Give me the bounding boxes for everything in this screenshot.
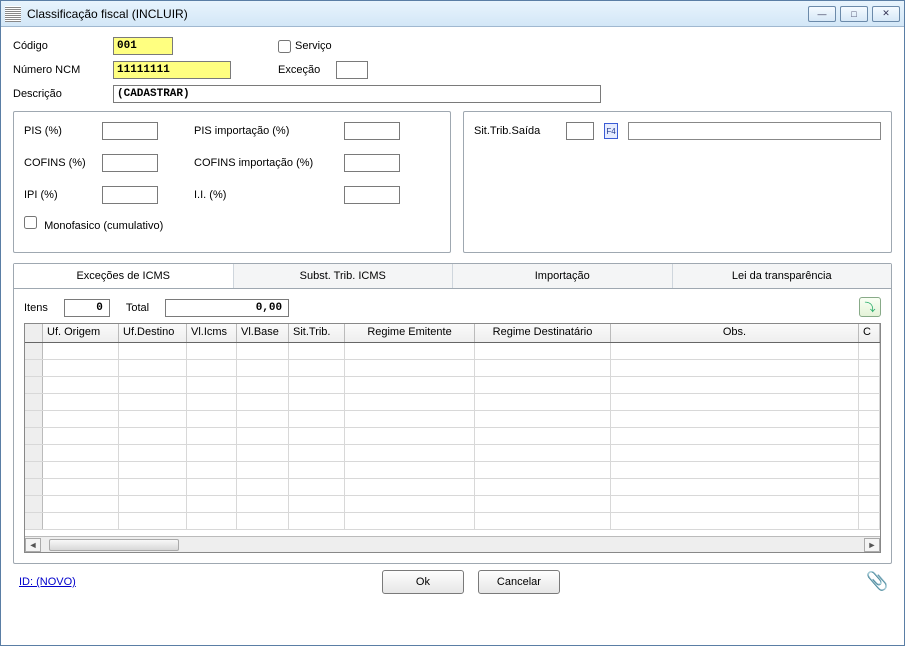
col-uf-origem[interactable]: Uf. Origem xyxy=(43,324,119,342)
titlebar: Classificação fiscal (INCLUIR) — □ ✕ xyxy=(1,1,904,27)
ipi-input[interactable] xyxy=(102,186,158,204)
table-row[interactable] xyxy=(25,496,880,513)
codigo-input[interactable] xyxy=(113,37,173,55)
ii-label: I.I. (%) xyxy=(194,189,344,201)
grid-body xyxy=(25,343,880,536)
monofasico-label: Monofasico (cumulativo) xyxy=(44,220,163,232)
sit-trib-panel: Sit.Trib.Saída F4 xyxy=(463,111,892,253)
cofins-imp-label: COFINS importação (%) xyxy=(194,157,344,169)
itens-count: 0 xyxy=(64,299,110,317)
grid-action-button[interactable]: ⤵ xyxy=(859,297,881,317)
ncm-label: Número NCM xyxy=(13,64,113,76)
sit-trib-desc xyxy=(628,122,881,140)
cofins-input[interactable] xyxy=(102,154,158,172)
table-row[interactable] xyxy=(25,411,880,428)
col-vl-base[interactable]: Vl.Base xyxy=(237,324,289,342)
scroll-left-button[interactable]: ◄ xyxy=(25,538,41,552)
ii-input[interactable] xyxy=(344,186,400,204)
sit-trib-code-input[interactable] xyxy=(566,122,594,140)
scroll-right-button[interactable]: ► xyxy=(864,538,880,552)
table-row[interactable] xyxy=(25,394,880,411)
monofasico-checkbox[interactable] xyxy=(24,216,37,229)
ok-button[interactable]: Ok xyxy=(382,570,464,594)
sit-trib-lookup-button[interactable]: F4 xyxy=(604,123,618,139)
scroll-thumb[interactable] xyxy=(49,539,179,551)
table-row[interactable] xyxy=(25,462,880,479)
close-button[interactable]: ✕ xyxy=(872,6,900,22)
col-regime-emit[interactable]: Regime Emitente xyxy=(345,324,475,342)
itens-label: Itens xyxy=(24,302,48,314)
descricao-input[interactable] xyxy=(113,85,601,103)
tab-subst-trib[interactable]: Subst. Trib. ICMS xyxy=(234,264,454,288)
table-row[interactable] xyxy=(25,445,880,462)
pis-imp-label: PIS importação (%) xyxy=(194,125,344,137)
table-row[interactable] xyxy=(25,377,880,394)
ncm-input[interactable] xyxy=(113,61,231,79)
maximize-button[interactable]: □ xyxy=(840,6,868,22)
col-obs[interactable]: Obs. xyxy=(611,324,859,342)
table-row[interactable] xyxy=(25,479,880,496)
window-title: Classificação fiscal (INCLUIR) xyxy=(27,7,808,21)
descricao-label: Descrição xyxy=(13,88,113,100)
excecao-input[interactable] xyxy=(336,61,368,79)
pis-imp-input[interactable] xyxy=(344,122,400,140)
pis-input[interactable] xyxy=(102,122,158,140)
icms-exceptions-grid[interactable]: Uf. Origem Uf.Destino Vl.Icms Vl.Base Si… xyxy=(24,323,881,553)
tab-lei-transparencia[interactable]: Lei da transparência xyxy=(673,264,892,288)
minimize-button[interactable]: — xyxy=(808,6,836,22)
scroll-track[interactable] xyxy=(41,538,864,552)
taxes-panel: PIS (%) PIS importação (%) COFINS (%) CO… xyxy=(13,111,451,253)
app-icon xyxy=(5,6,21,22)
cofins-label: COFINS (%) xyxy=(24,157,102,169)
ipi-label: IPI (%) xyxy=(24,189,102,201)
col-rowhead xyxy=(25,324,43,342)
col-sit-trib[interactable]: Sit.Trib. xyxy=(289,324,345,342)
tab-excecoes-icms[interactable]: Exceções de ICMS xyxy=(14,264,234,288)
pis-label: PIS (%) xyxy=(24,125,102,137)
tabs-container: Exceções de ICMS Subst. Trib. ICMS Impor… xyxy=(13,263,892,564)
table-row[interactable] xyxy=(25,360,880,377)
sit-trib-label: Sit.Trib.Saída xyxy=(474,125,556,137)
table-row[interactable] xyxy=(25,513,880,530)
horizontal-scrollbar[interactable]: ◄ ► xyxy=(25,536,880,552)
col-regime-dest[interactable]: Regime Destinatário xyxy=(475,324,611,342)
window-frame: Classificação fiscal (INCLUIR) — □ ✕ Cód… xyxy=(0,0,905,646)
servico-label: Serviço xyxy=(295,40,332,52)
grid-header: Uf. Origem Uf.Destino Vl.Icms Vl.Base Si… xyxy=(25,324,880,343)
id-link[interactable]: ID: (NOVO) xyxy=(19,576,76,588)
attachment-icon[interactable]: 📎 xyxy=(866,571,882,593)
table-row[interactable] xyxy=(25,428,880,445)
total-value: 0,00 xyxy=(165,299,289,317)
col-vl-icms[interactable]: Vl.Icms xyxy=(187,324,237,342)
cancel-button[interactable]: Cancelar xyxy=(478,570,560,594)
codigo-label: Código xyxy=(13,40,113,52)
tab-importacao[interactable]: Importação xyxy=(453,264,673,288)
col-last[interactable]: C xyxy=(859,324,880,342)
table-row[interactable] xyxy=(25,343,880,360)
col-uf-destino[interactable]: Uf.Destino xyxy=(119,324,187,342)
total-label: Total xyxy=(126,302,149,314)
cofins-imp-input[interactable] xyxy=(344,154,400,172)
excecao-label: Exceção xyxy=(278,64,336,76)
servico-checkbox[interactable] xyxy=(278,40,291,53)
